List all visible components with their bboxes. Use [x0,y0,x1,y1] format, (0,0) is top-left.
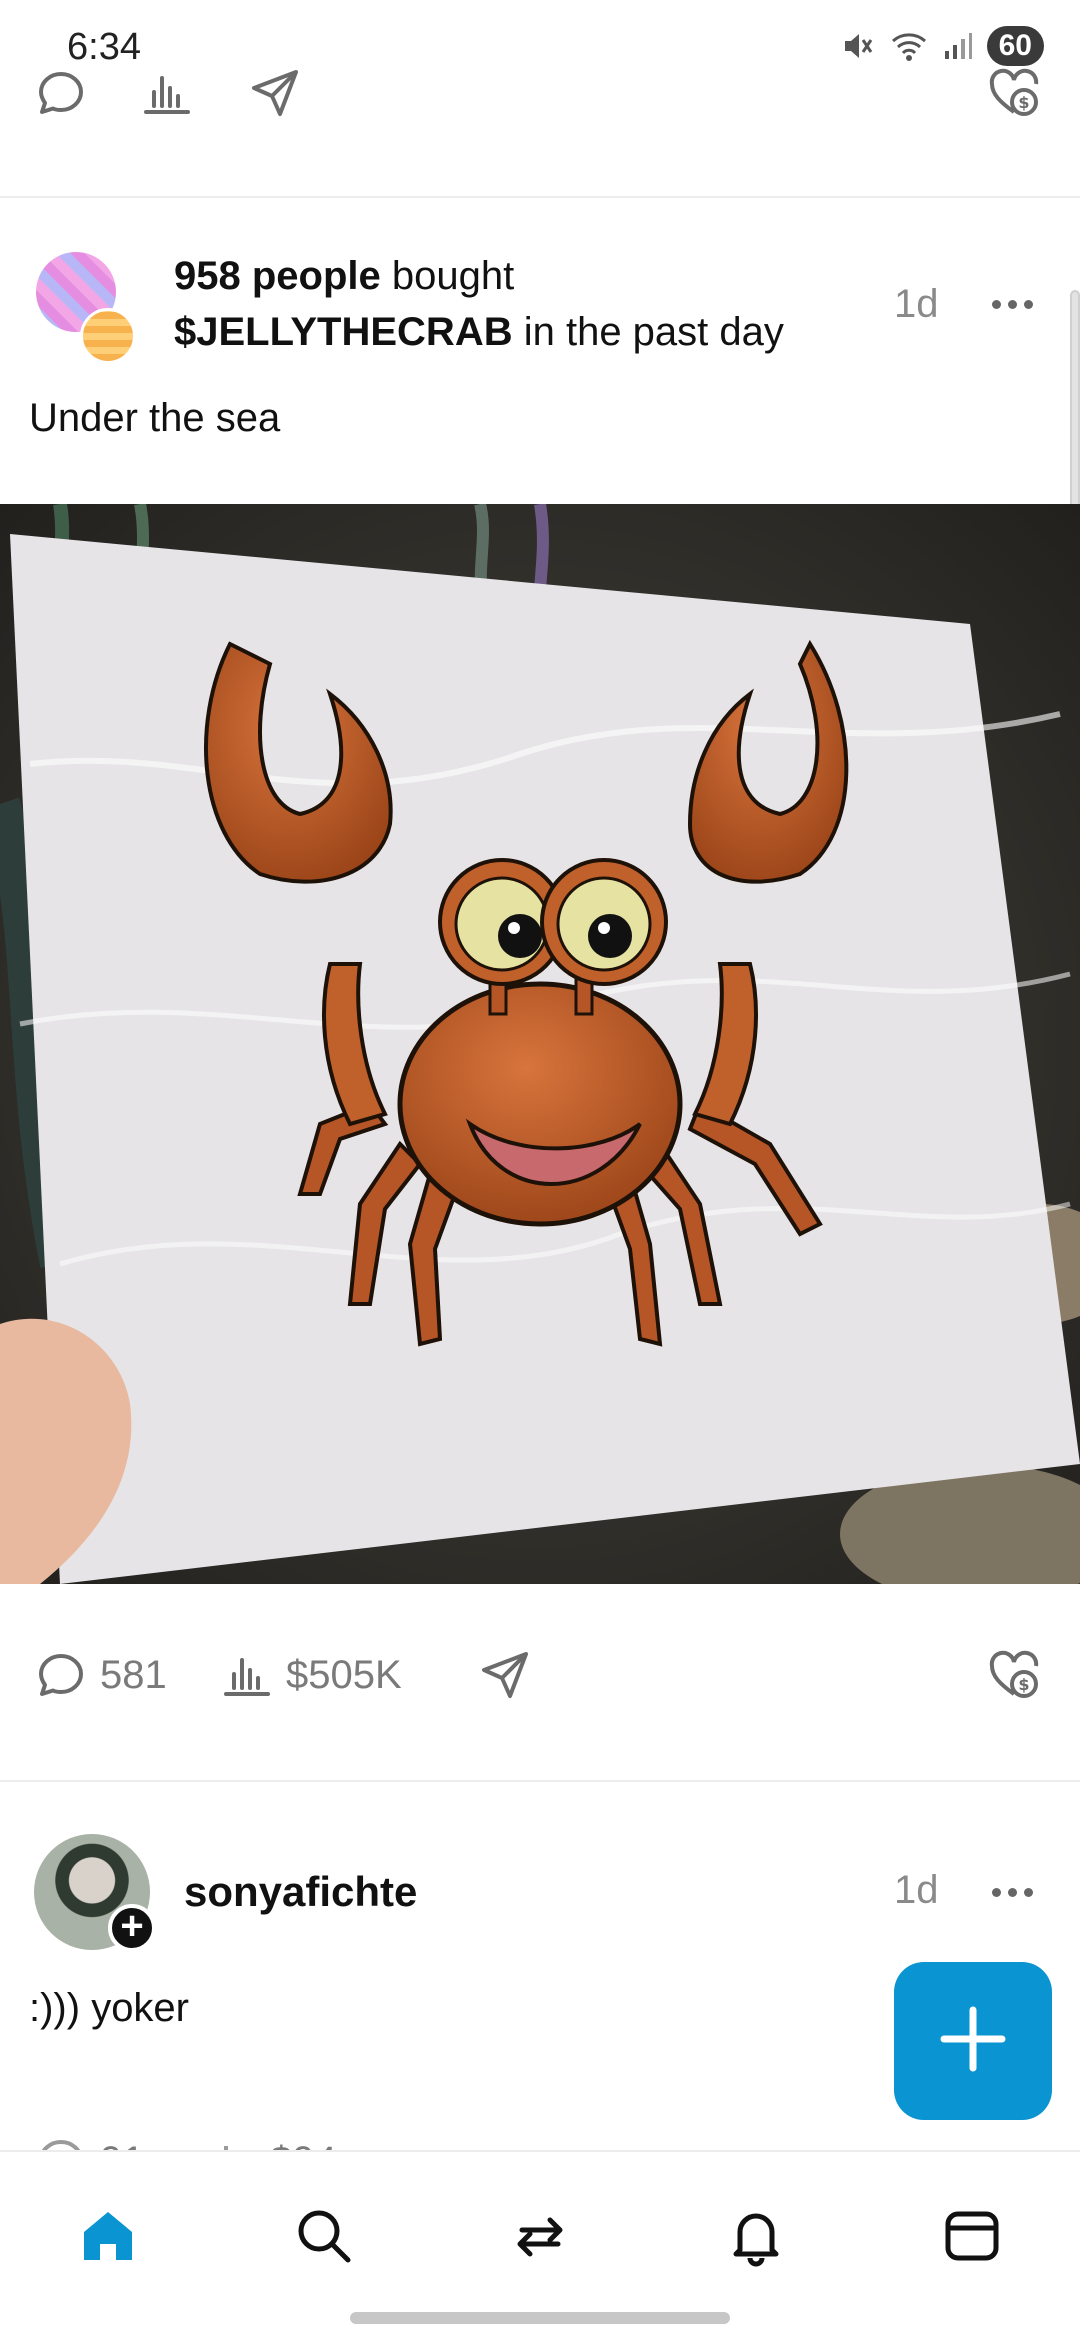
nav-repost[interactable] [500,2198,580,2278]
divider [0,196,1080,198]
post-title: 958 people bought $JELLYTHECRAB in the p… [174,254,784,354]
wifi-icon [889,29,929,63]
previous-post-actions: $ [0,60,1080,130]
post-time: 1d [894,282,939,326]
comment-button[interactable]: 91 [34,2134,145,2150]
more-button[interactable] [992,1888,1033,1897]
comment-icon [34,1648,88,1702]
stats-button[interactable]: $505K [220,1648,402,1702]
comment-button[interactable]: 581 [34,1648,167,1702]
username[interactable]: sonyafichte [184,1868,417,1916]
more-icon [992,300,1001,309]
home-icon [76,2204,140,2273]
svg-text:$: $ [1018,93,1029,112]
share-button[interactable] [248,66,302,120]
stats-button[interactable] [140,66,194,120]
post-text: :))) yoker [29,1986,189,2030]
svg-text:$: $ [1018,1675,1029,1694]
volume-value: $94 [270,2139,337,2151]
plus-icon [938,2004,1008,2079]
divider [0,1780,1080,1782]
stats-icon [220,1648,274,1702]
comment-button[interactable] [34,66,88,120]
post-image[interactable] [0,504,1080,1584]
compose-button[interactable] [894,1962,1052,2120]
more-button[interactable] [992,300,1033,309]
nav-home[interactable] [68,2198,148,2278]
stats-icon [204,2134,258,2150]
nav-search[interactable] [284,2198,364,2278]
wallet-icon [940,2204,1004,2273]
send-icon [248,66,302,120]
comment-icon [34,66,88,120]
post-time: 1d [894,1868,939,1912]
more-icon [992,1888,1001,1897]
tip-button[interactable]: $ [986,66,1042,122]
search-icon [292,2204,356,2273]
plus-icon: + [120,1904,144,1948]
stats-icon [140,66,194,120]
post2-actions: 91 $94 [0,2124,1080,2150]
heart-dollar-icon: $ [986,66,1042,122]
follow-button[interactable]: + [108,1904,156,1952]
volume-value: $505K [286,1652,402,1697]
tip-button[interactable]: $ [986,1648,1042,1704]
status-bar: 6:34 60 [0,0,1080,68]
mute-icon [841,29,875,63]
stats-button[interactable]: $94 [204,2134,337,2150]
post-text: Under the sea [29,396,281,440]
heart-dollar-icon: $ [986,1648,1042,1704]
nav-notifications[interactable] [716,2198,796,2278]
bell-icon [724,2204,788,2273]
comment-count: 581 [100,1652,167,1697]
share-button[interactable] [478,1648,532,1702]
nav-wallet[interactable] [932,2198,1012,2278]
repost-icon [508,2204,572,2273]
token-badge [80,308,136,364]
comment-icon [34,2134,88,2150]
comment-count: 91 [100,2139,145,2151]
home-indicator[interactable] [350,2312,730,2324]
signal-icon [943,31,973,61]
send-icon [478,1648,532,1702]
token-avatar[interactable] [36,252,140,366]
